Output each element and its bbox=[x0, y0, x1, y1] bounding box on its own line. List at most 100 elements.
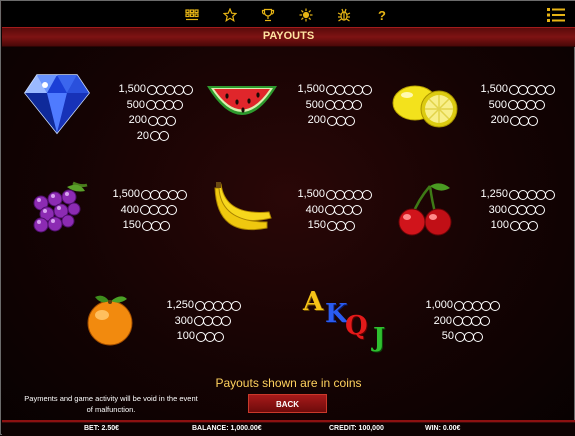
help-icon[interactable]: ? bbox=[372, 7, 392, 23]
pay-amount: 1,500 bbox=[297, 188, 325, 200]
coins-5-icon bbox=[509, 189, 555, 200]
pay-row: 1,500 bbox=[292, 187, 372, 203]
coins-4-icon bbox=[194, 316, 231, 327]
lemon-paylist: 1,500 500 200 bbox=[475, 82, 555, 129]
pay-amount: 1,250 bbox=[166, 299, 194, 311]
coins-3-icon bbox=[510, 115, 538, 126]
pay-row: 300 bbox=[161, 314, 241, 330]
pay-row: 200 bbox=[292, 113, 372, 129]
pay-amount: 300 bbox=[174, 314, 193, 327]
pay-row: 500 bbox=[113, 98, 193, 114]
back-button[interactable]: BACK bbox=[248, 394, 327, 413]
coins-3-icon bbox=[510, 220, 538, 231]
pay-amount: 500 bbox=[126, 98, 145, 111]
watermelon-icon bbox=[205, 82, 279, 129]
cherry-icon bbox=[396, 182, 456, 243]
pay-row: 150 bbox=[292, 218, 372, 234]
coins-4-icon bbox=[325, 100, 362, 111]
pay-amount: 1,500 bbox=[112, 188, 140, 200]
letter-q: Q bbox=[345, 311, 368, 341]
pay-amount: 500 bbox=[488, 98, 507, 111]
paytable-grid-icon[interactable] bbox=[182, 7, 202, 23]
cherry-paylist: 1,250 300 100 bbox=[475, 187, 555, 234]
coins-5-icon bbox=[326, 84, 372, 95]
pay-row: 400 bbox=[292, 203, 372, 219]
game-window: ? PAYOUTS 1,500 500 200 20 1,500 500 200… bbox=[0, 0, 575, 436]
balance-display: BALANCE: 1,000.00€ bbox=[192, 425, 262, 432]
pay-amount: 1,500 bbox=[480, 83, 508, 95]
pay-row: 100 bbox=[475, 218, 555, 234]
page-title: PAYOUTS bbox=[262, 30, 315, 42]
pay-row: 500 bbox=[292, 98, 372, 114]
pay-amount: 150 bbox=[307, 219, 326, 231]
pay-amount: 500 bbox=[305, 98, 324, 111]
coins-5-icon bbox=[509, 84, 555, 95]
coins-3-icon bbox=[196, 331, 224, 342]
pay-amount: 50 bbox=[441, 330, 454, 342]
pay-amount: 200 bbox=[490, 114, 509, 126]
coins-5-icon bbox=[195, 300, 241, 311]
credit-display: CREDIT: 100,000 bbox=[329, 425, 384, 432]
orange-icon bbox=[83, 293, 137, 352]
pay-row: 50 bbox=[420, 329, 500, 345]
coins-3-icon bbox=[327, 115, 355, 126]
menu-list-icon[interactable] bbox=[547, 8, 565, 22]
diamond-icon bbox=[23, 73, 91, 140]
diamond-paylist: 1,500 500 200 20 bbox=[113, 82, 193, 144]
pay-amount: 1,000 bbox=[425, 299, 453, 311]
letter-a: A bbox=[303, 287, 324, 317]
pay-row: 1,500 bbox=[475, 82, 555, 98]
pay-row: 100 bbox=[161, 329, 241, 345]
sun-icon[interactable] bbox=[296, 7, 316, 23]
coins-3-icon bbox=[148, 115, 176, 126]
pay-amount: 200 bbox=[128, 114, 147, 126]
pay-amount: 400 bbox=[305, 203, 324, 216]
pay-row: 400 bbox=[107, 203, 187, 219]
top-nav: ? bbox=[182, 7, 392, 23]
coins-4-icon bbox=[508, 100, 545, 111]
title-bar: PAYOUTS bbox=[2, 27, 575, 47]
pay-row: 1,500 bbox=[107, 187, 187, 203]
pay-amount: 400 bbox=[120, 203, 139, 216]
coins-4-icon bbox=[325, 205, 362, 216]
pay-row: 150 bbox=[107, 218, 187, 234]
star-icon[interactable] bbox=[220, 7, 240, 23]
top-bar: ? bbox=[2, 1, 575, 27]
coins-5-icon bbox=[141, 189, 187, 200]
bug-icon[interactable] bbox=[334, 7, 354, 23]
coins-note: Payouts shown are in coins bbox=[215, 376, 362, 390]
pay-row: 1,250 bbox=[475, 187, 555, 203]
banana-icon bbox=[211, 182, 273, 243]
grapes-paylist: 1,500 400 150 bbox=[107, 187, 187, 234]
coins-3-icon bbox=[142, 220, 170, 231]
pay-row: 500 bbox=[475, 98, 555, 114]
coins-3-icon bbox=[327, 220, 355, 231]
status-bar: BET: 2.50€ BALANCE: 1,000.00€ CREDIT: 10… bbox=[2, 422, 575, 436]
coins-2-icon bbox=[150, 131, 169, 142]
watermelon-paylist: 1,500 500 200 bbox=[292, 82, 372, 129]
coins-4-icon bbox=[146, 100, 183, 111]
pay-amount: 100 bbox=[176, 330, 195, 342]
lemon-icon bbox=[391, 79, 461, 136]
pay-amount: 100 bbox=[490, 219, 509, 231]
banana-paylist: 1,500 400 150 bbox=[292, 187, 372, 234]
coins-4-icon bbox=[140, 205, 177, 216]
letter-j: J bbox=[373, 323, 386, 353]
pay-row: 300 bbox=[475, 203, 555, 219]
bet-display: BET: 2.50€ bbox=[84, 425, 120, 432]
pay-amount: 1,250 bbox=[480, 188, 508, 200]
grapes-icon bbox=[29, 181, 89, 244]
trophy-icon[interactable] bbox=[258, 7, 278, 23]
pay-row: 1,500 bbox=[113, 82, 193, 98]
pay-row: 200 bbox=[420, 314, 500, 330]
coins-5-icon bbox=[326, 189, 372, 200]
pay-amount: 1,500 bbox=[297, 83, 325, 95]
pay-row: 200 bbox=[475, 113, 555, 129]
coins-3-icon bbox=[455, 331, 483, 342]
pay-amount: 200 bbox=[307, 114, 326, 126]
pay-row: 1,000 bbox=[420, 298, 500, 314]
pay-amount: 20 bbox=[136, 129, 149, 142]
orange-paylist: 1,250 300 100 bbox=[161, 298, 241, 345]
coins-5-icon bbox=[147, 84, 193, 95]
pay-row: 1,500 bbox=[292, 82, 372, 98]
